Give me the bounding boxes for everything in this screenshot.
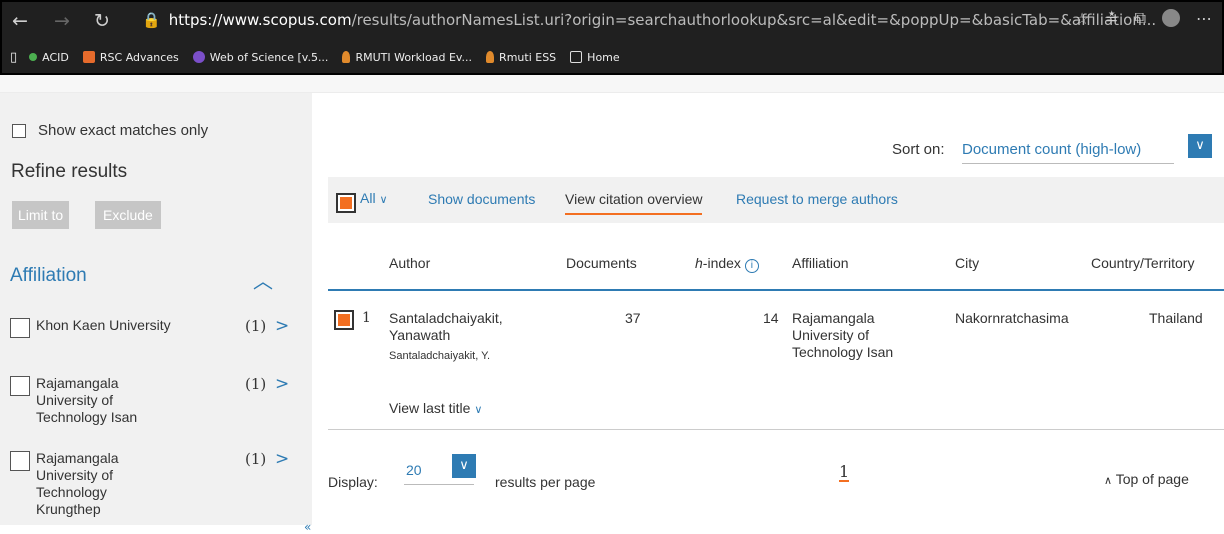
chevron-down-icon[interactable]: ∨ <box>452 454 476 478</box>
col-country[interactable]: Country/Territory <box>1091 255 1194 271</box>
col-city[interactable]: City <box>955 255 979 271</box>
view-citation-overview-link[interactable]: View citation overview <box>565 191 703 215</box>
facet-count: (1) <box>245 317 267 335</box>
exclude-button[interactable]: Exclude <box>95 201 161 229</box>
refresh-icon[interactable]: ↻ <box>94 10 110 32</box>
chevron-right-icon[interactable]: > <box>275 449 289 469</box>
affiliation-value: Rajamangala University of Technology Isa… <box>792 310 894 360</box>
chevron-down-icon: ∨ <box>379 193 388 206</box>
bookmark-rmuti-ess[interactable]: Rmuti ESS <box>486 51 556 64</box>
refine-title: Refine results <box>11 161 128 182</box>
exact-matches-label: Show exact matches only <box>38 122 209 139</box>
collections-icon[interactable]: ⧉ <box>1135 8 1146 28</box>
lock-icon: 🔒 <box>142 11 161 29</box>
bookmark-acid-icon <box>29 53 38 61</box>
collapse-sidebar-icon[interactable]: « <box>304 520 311 534</box>
bookmark-rsc-icon <box>82 51 95 63</box>
top-band <box>0 75 1224 93</box>
url-rest: /results/authorNamesList.uri?origin=sear… <box>351 11 1157 29</box>
show-documents-link[interactable]: Show documents <box>428 191 535 207</box>
favorites-icon[interactable]: ≛ <box>1105 9 1118 28</box>
bookmark-wos-icon <box>192 51 205 63</box>
chevron-down-icon[interactable]: ∨ <box>1188 134 1212 158</box>
results-action-bar: All ∨ Show documents View citation overv… <box>328 177 1224 223</box>
url-domain: www.scopus.com <box>222 11 352 29</box>
results-per-page-label: results per page <box>495 474 596 490</box>
browser-toolbar-right: ☆ ≛ ⧉ ⋯ <box>1075 8 1212 28</box>
exact-matches-option[interactable]: Show exact matches only <box>12 122 208 139</box>
info-icon[interactable]: i <box>744 259 759 273</box>
exact-matches-checkbox[interactable] <box>12 123 26 138</box>
bookmark-home[interactable]: Home <box>570 51 620 64</box>
facet-count: (1) <box>245 450 267 468</box>
facet-checkbox[interactable] <box>10 376 30 396</box>
col-documents[interactable]: Documents <box>566 255 637 271</box>
facet-checkbox[interactable] <box>10 318 30 338</box>
profile-avatar[interactable] <box>1162 9 1180 27</box>
browser-chrome: ← → ↻ 🔒 https://www.scopus.com/results/au… <box>0 0 1224 75</box>
address-bar[interactable]: 🔒 https://www.scopus.com/results/authorNa… <box>142 11 1156 29</box>
bookmark-home-icon <box>570 51 583 63</box>
documents-count[interactable]: 37 <box>625 310 641 327</box>
facet-count: (1) <box>245 375 267 393</box>
page-icon: ▯ <box>10 49 18 65</box>
row-checkbox[interactable] <box>334 310 354 330</box>
select-all-dropdown[interactable]: All ∨ <box>360 190 388 206</box>
bookmark-acid[interactable]: ACID <box>29 51 69 64</box>
bookmark-rmuti-workload[interactable]: RMUTI Workload Ev... <box>342 51 472 64</box>
display-label: Display: <box>328 474 378 490</box>
facet-label: Rajamangala University of Technology Kru… <box>36 450 119 517</box>
facet-checkbox[interactable] <box>10 451 30 471</box>
col-affiliation[interactable]: Affiliation <box>792 255 849 271</box>
chevron-right-icon[interactable]: > <box>275 374 289 394</box>
chevron-up-icon[interactable]: ︿ <box>253 265 273 294</box>
back-icon[interactable]: ← <box>12 10 28 32</box>
limit-to-button[interactable]: Limit to <box>12 201 70 229</box>
chevron-down-icon: ∨ <box>474 403 483 416</box>
chevron-up-icon: ∧ <box>1104 474 1113 487</box>
bookmark-rmuti-icon <box>342 51 351 63</box>
sort-select[interactable]: Document count (high-low) <box>962 141 1174 164</box>
request-merge-link[interactable]: Request to merge authors <box>736 191 898 207</box>
sort-label: Sort on: <box>892 141 945 158</box>
row-number: 1 <box>362 310 371 326</box>
view-last-title-toggle[interactable]: View last title ∨ <box>389 400 482 416</box>
city-value: Nakornratchasima <box>955 310 1069 326</box>
forward-icon[interactable]: → <box>54 10 70 32</box>
author-name-link[interactable]: Santaladchaiyakit, Yanawath <box>389 310 503 344</box>
col-author[interactable]: Author <box>389 255 430 271</box>
results-panel: Sort on: Document count (high-low) ∨ All… <box>312 93 1224 525</box>
col-h-index[interactable]: h-index i <box>695 255 759 273</box>
top-of-page-link[interactable]: ∧ Top of page <box>1104 471 1189 487</box>
refine-sidebar: Show exact matches only Refine results L… <box>0 93 312 534</box>
select-all-checkbox[interactable] <box>336 193 356 213</box>
facet-label: Khon Kaen University <box>36 317 171 333</box>
favorite-star-icon[interactable]: ☆ <box>1075 9 1089 28</box>
affiliation-heading[interactable]: Affiliation <box>10 265 87 287</box>
more-icon[interactable]: ⋯ <box>1196 9 1212 28</box>
h-index-value: 14 <box>763 310 779 326</box>
page-number[interactable]: 1 <box>839 464 850 482</box>
row-divider <box>328 429 1224 430</box>
country-value: Thailand <box>1149 310 1203 326</box>
header-divider <box>328 289 1224 291</box>
bookmark-ess-icon <box>486 51 495 63</box>
chevron-right-icon[interactable]: > <box>275 316 289 336</box>
bookmark-wos[interactable]: Web of Science [v.5... <box>192 51 328 64</box>
author-name-variant: Santaladchaiyakit, Y. <box>389 350 491 362</box>
url-prefix: https:// <box>168 11 223 29</box>
bookmarks-bar: ▯ ACID RSC Advances Web of Science [v.5.… <box>2 44 1202 70</box>
bookmark-rsc[interactable]: RSC Advances <box>82 51 179 64</box>
facet-label: Rajamangala University of Technology Isa… <box>36 375 138 425</box>
